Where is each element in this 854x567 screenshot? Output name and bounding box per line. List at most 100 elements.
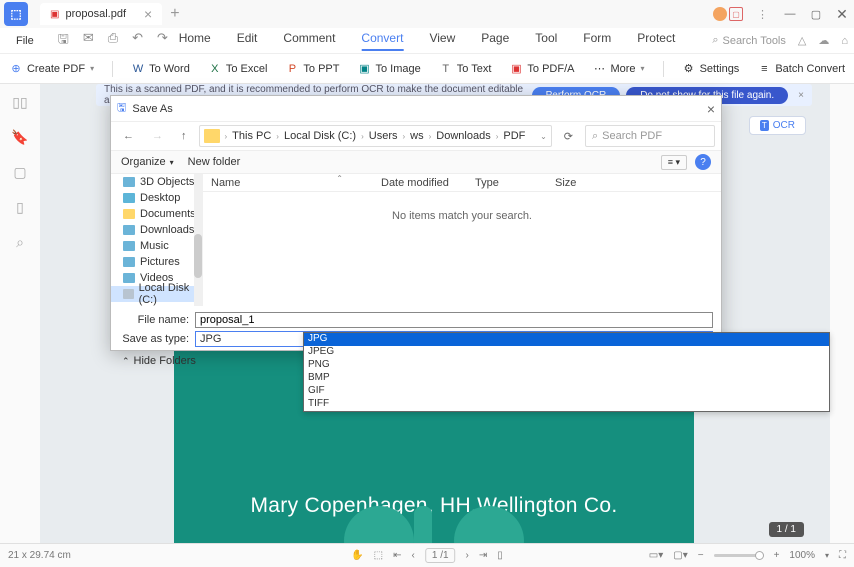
view-mode-button[interactable]: ≡ ▾ (661, 155, 687, 170)
menu-edit[interactable]: Edit (237, 31, 258, 51)
undo-icon[interactable]: ↶ (132, 30, 143, 52)
bookmark-icon[interactable]: 🔖 (11, 129, 28, 146)
redo-icon[interactable]: ↷ (157, 30, 168, 52)
crumb-downloads[interactable]: Downloads (436, 130, 490, 142)
home-icon[interactable]: ⌂ (841, 35, 848, 47)
menu-protect[interactable]: Protect (637, 31, 675, 51)
nav-forward-button[interactable]: → (146, 130, 169, 142)
menu-tool[interactable]: Tool (535, 31, 557, 51)
fit-width-icon[interactable]: ▭▾ (649, 550, 663, 561)
next-page-icon[interactable]: › (466, 550, 469, 561)
crumb-pdf[interactable]: PDF (503, 130, 525, 142)
menu-view[interactable]: View (429, 31, 455, 51)
to-text-button[interactable]: TTo Text (439, 62, 492, 76)
more-menu-icon[interactable]: ⋮ (749, 8, 776, 21)
new-tab-icon[interactable]: + (170, 5, 179, 23)
last-page-icon[interactable]: ⇥ (479, 550, 487, 561)
chevron-down-icon[interactable]: ⌄ (540, 132, 547, 141)
create-pdf-button[interactable]: ⊕Create PDF▾ (9, 62, 94, 76)
print-icon[interactable]: ⎙ (108, 30, 118, 52)
gift-icon[interactable]: ▢ (729, 7, 743, 21)
notification-dot-icon[interactable] (713, 7, 727, 21)
attachment-icon[interactable]: ▯ (16, 199, 24, 216)
menu-page[interactable]: Page (481, 31, 509, 51)
banner-close-icon[interactable]: × (798, 90, 804, 101)
hand-tool-icon[interactable]: ✋ (351, 550, 363, 561)
fit-page-icon[interactable]: ▢▾ (673, 550, 687, 561)
zoom-in-button[interactable]: + (774, 550, 780, 561)
menu-form[interactable]: Form (583, 31, 611, 51)
minimize-button[interactable]: — (778, 3, 802, 25)
document-tab[interactable]: ▣ proposal.pdf × (40, 3, 162, 25)
share-icon[interactable]: △ (798, 34, 806, 47)
mail-icon[interactable]: ✉ (83, 30, 94, 52)
maximize-button[interactable]: ▢ (804, 3, 828, 25)
first-page-icon[interactable]: ⇤ (393, 550, 401, 561)
tree-scrollbar[interactable] (194, 174, 202, 306)
window-close-button[interactable]: ✕ (830, 3, 854, 25)
more-button[interactable]: ⋯More▾ (592, 62, 644, 76)
hide-folders-button[interactable]: ⌃ Hide Folders (122, 355, 196, 367)
zoom-out-button[interactable]: − (698, 550, 704, 561)
nav-up-button[interactable]: ↑ (175, 130, 193, 142)
cloud-icon[interactable]: ☁ (818, 34, 829, 47)
tree-pictures[interactable]: Pictures (111, 254, 202, 270)
search-panel-icon[interactable]: ⌕ (16, 234, 24, 251)
zoom-slider[interactable] (714, 554, 764, 557)
settings-button[interactable]: ⚙Settings (682, 62, 740, 76)
thumbnails-icon[interactable]: ▯▯ (12, 94, 27, 111)
dropdown-option-png[interactable]: PNG (304, 359, 829, 372)
crumb-users[interactable]: Users (369, 130, 398, 142)
tree-downloads[interactable]: Downloads (111, 222, 202, 238)
crumb-ws[interactable]: ws (410, 130, 423, 142)
scroll-mode-icon[interactable]: ▯ (497, 550, 503, 561)
crumb-this-pc[interactable]: This PC (232, 130, 271, 142)
to-pdfa-button[interactable]: ▣To PDF/A (509, 62, 574, 76)
tree-music[interactable]: Music (111, 238, 202, 254)
page-number-input[interactable]: 1 /1 (425, 548, 456, 563)
crumb-disk[interactable]: Local Disk (C:) (284, 130, 356, 142)
new-folder-button[interactable]: New folder (188, 156, 241, 168)
column-type[interactable]: Type (467, 177, 547, 189)
save-icon[interactable]: 🖫 (58, 30, 69, 52)
statusbar: 21 x 29.74 cm ✋ ⬚ ⇤ ‹ 1 /1 › ⇥ ▯ ▭▾ ▢▾ −… (0, 543, 854, 567)
dropdown-option-gif[interactable]: GIF (304, 385, 829, 398)
file-menu[interactable]: File (6, 33, 44, 49)
to-word-button[interactable]: WTo Word (131, 62, 190, 76)
dialog-close-button[interactable]: × (707, 101, 715, 117)
menu-home[interactable]: Home (179, 31, 211, 51)
help-button[interactable]: ? (695, 154, 711, 170)
ocr-float-button[interactable]: T OCR (749, 116, 806, 135)
column-name[interactable]: Name⌃ (203, 177, 373, 189)
organize-button[interactable]: Organize ▾ (121, 156, 174, 168)
tree-documents[interactable]: Documents (111, 206, 202, 222)
filename-input[interactable] (195, 312, 713, 328)
select-tool-icon[interactable]: ⬚ (374, 550, 383, 561)
dropdown-option-tiff[interactable]: TIFF (304, 398, 829, 411)
nav-back-button[interactable]: ← (117, 130, 140, 142)
column-date[interactable]: Date modified (373, 177, 467, 189)
refresh-button[interactable]: ⟳ (558, 130, 579, 143)
right-scrollbar[interactable] (830, 84, 854, 567)
tree-local-disk[interactable]: Local Disk (C:) (111, 286, 202, 302)
to-image-button[interactable]: ▣To Image (358, 62, 421, 76)
dialog-search-input[interactable]: ⌕ Search PDF (585, 125, 715, 147)
menu-comment[interactable]: Comment (283, 31, 335, 51)
dropdown-option-jpg[interactable]: JPG (304, 333, 829, 346)
tree-desktop[interactable]: Desktop (111, 190, 202, 206)
tree-3d-objects[interactable]: 3D Objects (111, 174, 202, 190)
address-breadcrumb[interactable]: › This PC› Local Disk (C:)› Users› ws› D… (199, 125, 552, 147)
prev-page-icon[interactable]: ‹ (412, 550, 415, 561)
search-tools[interactable]: ⌕ Search Tools (712, 34, 786, 47)
comment-panel-icon[interactable]: ▢ (13, 164, 26, 181)
menu-convert[interactable]: Convert (361, 31, 403, 51)
to-ppt-button[interactable]: PTo PPT (285, 62, 339, 76)
tab-close-icon[interactable]: × (144, 6, 152, 22)
dropdown-option-bmp[interactable]: BMP (304, 372, 829, 385)
fullscreen-icon[interactable]: ⛶ (839, 550, 846, 561)
batch-convert-button[interactable]: ≡Batch Convert (757, 62, 845, 76)
column-size[interactable]: Size (547, 177, 613, 189)
dropdown-option-jpeg[interactable]: JPEG (304, 346, 829, 359)
zoom-level[interactable]: 100% (789, 550, 815, 561)
to-excel-button[interactable]: XTo Excel (208, 62, 268, 76)
